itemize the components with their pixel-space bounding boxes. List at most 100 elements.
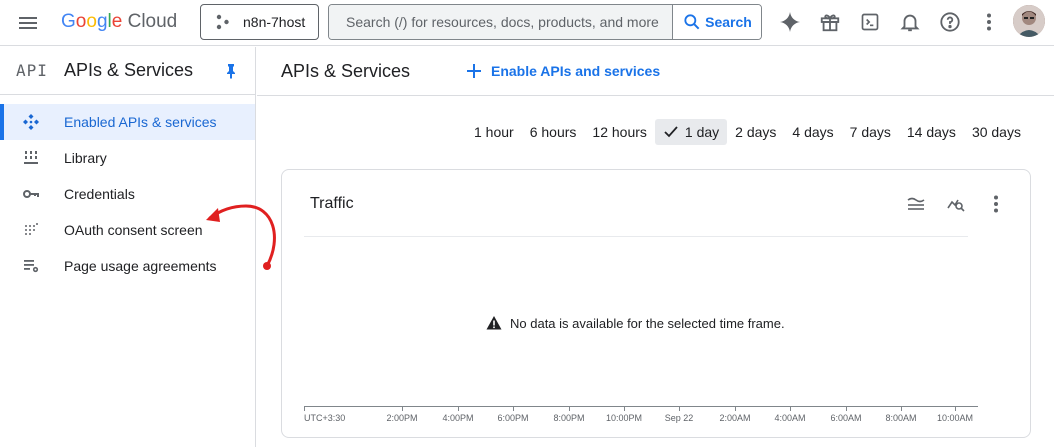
x-axis-tick-label: 2:00PM [386,413,418,423]
x-axis-tick-label: 4:00PM [442,413,474,423]
logo-letter: o [75,11,87,32]
time-range-14-days[interactable]: 14 days [899,119,964,145]
search-button[interactable]: Search [673,5,761,39]
x-axis-tick [955,407,956,411]
enabled-apis-icon [23,114,39,130]
x-axis-tick-label: UTC+3:30 [304,413,346,423]
search-input[interactable]: Search (/) for resources, docs, products… [329,5,673,39]
key-icon [23,190,39,198]
x-axis-tick-label: 10:00AM [936,413,974,423]
x-axis-tick-label: 6:00AM [830,413,862,423]
time-range-label: 4 days [792,124,834,140]
x-axis-tick [846,407,847,411]
search-bar: Search (/) for resources, docs, products… [328,4,762,40]
warning-icon [486,316,502,330]
bell-icon[interactable] [898,10,922,34]
x-axis-tick [624,407,625,411]
x-axis-tick [569,407,570,411]
check-icon [664,126,678,138]
terminal-icon[interactable] [858,10,882,34]
time-range-label: 1 hour [474,124,514,140]
sidebar: API APIs & Services Enabled APIs & servi… [0,47,256,447]
card-divider [304,236,968,237]
time-range-1-hour[interactable]: 1 hour [466,119,522,145]
traffic-card: Traffic No data is available for the sel… [281,169,1031,438]
logo-letter: o [86,11,97,32]
no-data-message: No data is available for the selected ti… [486,315,785,331]
time-range-4-days[interactable]: 4 days [784,119,841,145]
x-axis [304,406,978,407]
logo-letter: g [96,11,108,32]
x-axis-tick [458,407,459,411]
logo-google-text: Google [61,11,128,32]
project-icon [216,14,229,30]
time-range-label: 2 days [735,124,777,140]
sidebar-item-label: Library [64,150,107,166]
time-range-12-hours[interactable]: 12 hours [584,119,654,145]
x-axis-tick [901,407,902,411]
x-axis-tick-label: 8:00AM [885,413,917,423]
library-icon [24,151,38,164]
project-picker-button[interactable]: n8n-7host [200,4,319,40]
project-name: n8n-7host [243,14,306,30]
no-data-text: No data is available for the selected ti… [510,315,785,331]
x-axis-tick [679,407,680,411]
main-header: APIs & Services Enable APIs and services [257,47,1054,96]
legend-toggle-icon[interactable] [904,192,928,216]
sidebar-item-library[interactable]: Library [0,140,255,176]
settings-list-icon [24,260,39,273]
sidebar-item-oauth-consent[interactable]: OAuth consent screen [0,212,255,248]
google-cloud-logo[interactable]: Google Cloud [61,10,177,34]
time-range-label: 12 hours [592,124,647,140]
time-range-label: 7 days [849,124,891,140]
sidebar-item-enabled-apis[interactable]: Enabled APIs & services [0,104,255,140]
menu-icon[interactable] [16,11,40,35]
sidebar-item-label: Credentials [64,186,135,202]
x-axis-tick [790,407,791,411]
time-range-label: 14 days [906,124,956,140]
more-vert-icon[interactable] [977,10,1001,34]
sidebar-item-label: Page usage agreements [64,258,217,274]
sidebar-nav: Enabled APIs & services Library Credenti… [0,104,255,284]
x-axis-tick-label: 8:00PM [553,413,585,423]
pin-icon[interactable] [222,62,240,80]
logo-cloud-text: Cloud [127,11,178,32]
time-range-label: 6 hours [529,124,577,140]
help-icon[interactable] [938,10,962,34]
sidebar-header: API APIs & Services [0,47,255,95]
search-button-label: Search [705,14,752,30]
time-range-label: 30 days [971,124,1021,140]
x-axis-tick-label: 2:00AM [719,413,751,423]
sidebar-item-label: Enabled APIs & services [64,114,217,130]
time-range-6-hours[interactable]: 6 hours [522,119,585,145]
logo-letter: e [111,11,123,32]
x-axis-tick-label: 4:00AM [774,413,806,423]
search-icon [684,14,700,30]
enable-apis-button[interactable]: Enable APIs and services [465,62,660,80]
more-vert-icon[interactable] [984,192,1008,216]
time-range-30-days[interactable]: 30 days [964,119,1029,145]
enable-apis-label: Enable APIs and services [491,63,661,79]
sidebar-item-page-usage[interactable]: Page usage agreements [0,248,255,284]
x-axis-tick-label: 6:00PM [497,413,529,423]
card-title: Traffic [310,195,354,212]
x-axis-tick [304,407,305,411]
avatar[interactable] [1013,5,1045,37]
x-axis-tick-label: Sep 22 [664,413,694,423]
gift-icon[interactable] [818,10,842,34]
sidebar-title: APIs & Services [64,60,194,80]
time-range-7-days[interactable]: 7 days [842,119,899,145]
time-range-2-days[interactable]: 2 days [727,119,784,145]
sidebar-item-label: OAuth consent screen [64,222,203,238]
sidebar-item-credentials[interactable]: Credentials [0,176,255,212]
gemini-icon[interactable] [778,10,802,34]
x-axis-tick [735,407,736,411]
time-range-label: 1 day [684,124,720,140]
time-range-1-day[interactable]: 1 day [654,119,728,145]
x-axis-tick [513,407,514,411]
explore-metrics-icon[interactable] [944,192,968,216]
page-title: APIs & Services [281,61,411,81]
x-axis-tick-label: 10:00PM [605,413,643,423]
x-axis-tick [402,407,403,411]
oauth-icon [25,223,38,235]
